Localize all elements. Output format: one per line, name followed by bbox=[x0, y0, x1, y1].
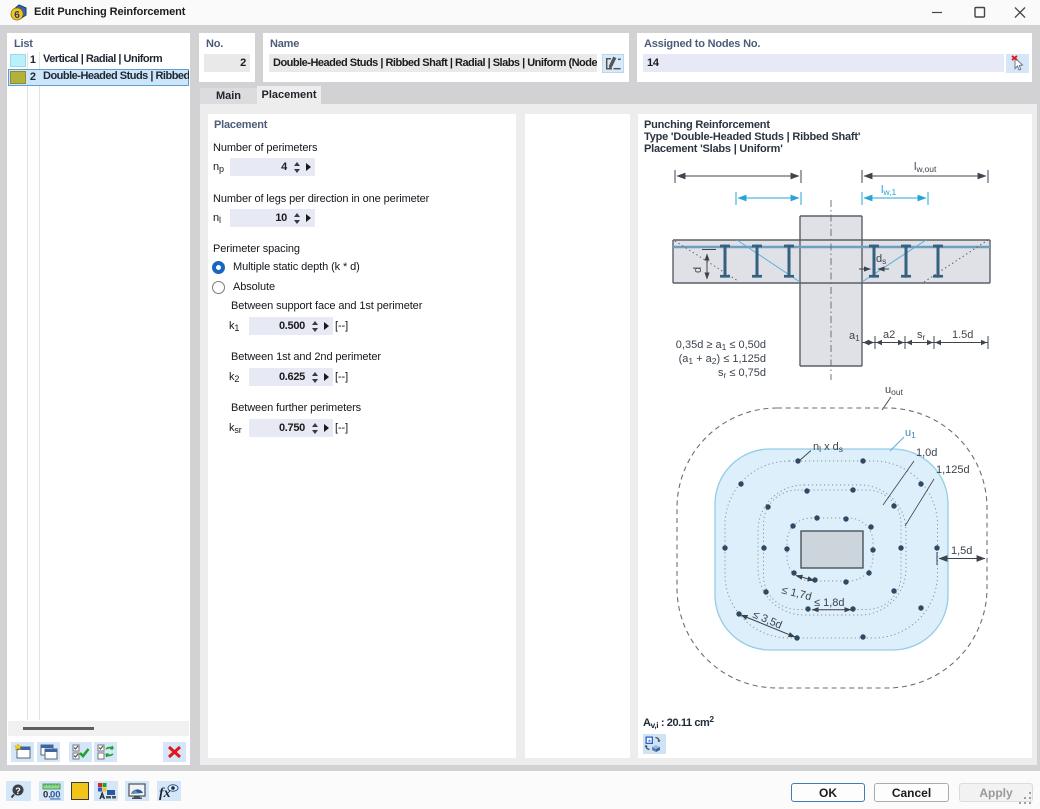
svg-text:6: 6 bbox=[14, 10, 20, 21]
svg-text:?: ? bbox=[15, 786, 21, 796]
svg-text:Type 'Double-Headed Studs | Ri: Type 'Double-Headed Studs | Ribbed Shaft… bbox=[644, 131, 861, 143]
svg-text:(a1 + a2) ≤ 1,125d: (a1 + a2) ≤ 1,125d bbox=[679, 353, 766, 366]
svg-text:1,125d: 1,125d bbox=[936, 464, 970, 476]
svg-text:1,5d: 1,5d bbox=[951, 545, 972, 557]
svg-text:lw,out: lw,out bbox=[914, 161, 937, 174]
svg-text:0,35d ≥ a1 ≤ 0,50d: 0,35d ≥ a1 ≤ 0,50d bbox=[676, 339, 766, 352]
svg-text:d: d bbox=[692, 267, 704, 273]
svg-text:u1: u1 bbox=[905, 427, 916, 440]
svg-text:Punching Reinforcement: Punching Reinforcement bbox=[644, 119, 770, 131]
svg-text:nl x ds: nl x ds bbox=[813, 441, 843, 454]
svg-text:00: 00 bbox=[50, 790, 61, 801]
svg-text:sr ≤ 0,75d: sr ≤ 0,75d bbox=[718, 367, 766, 380]
svg-text:Av,i : 20.11 cm2: Av,i : 20.11 cm2 bbox=[643, 714, 714, 730]
svg-text:1.5d: 1.5d bbox=[952, 329, 973, 341]
svg-text:1,0d: 1,0d bbox=[916, 447, 937, 459]
svg-text:lw,1: lw,1 bbox=[881, 184, 896, 197]
svg-text:≤ 1,8d: ≤ 1,8d bbox=[814, 597, 845, 609]
svg-text:sr: sr bbox=[917, 329, 926, 342]
svg-text:uout: uout bbox=[885, 384, 904, 397]
svg-text:a2: a2 bbox=[883, 329, 895, 341]
svg-text:Placement 'Slabs | Uniform': Placement 'Slabs | Uniform' bbox=[644, 143, 783, 155]
